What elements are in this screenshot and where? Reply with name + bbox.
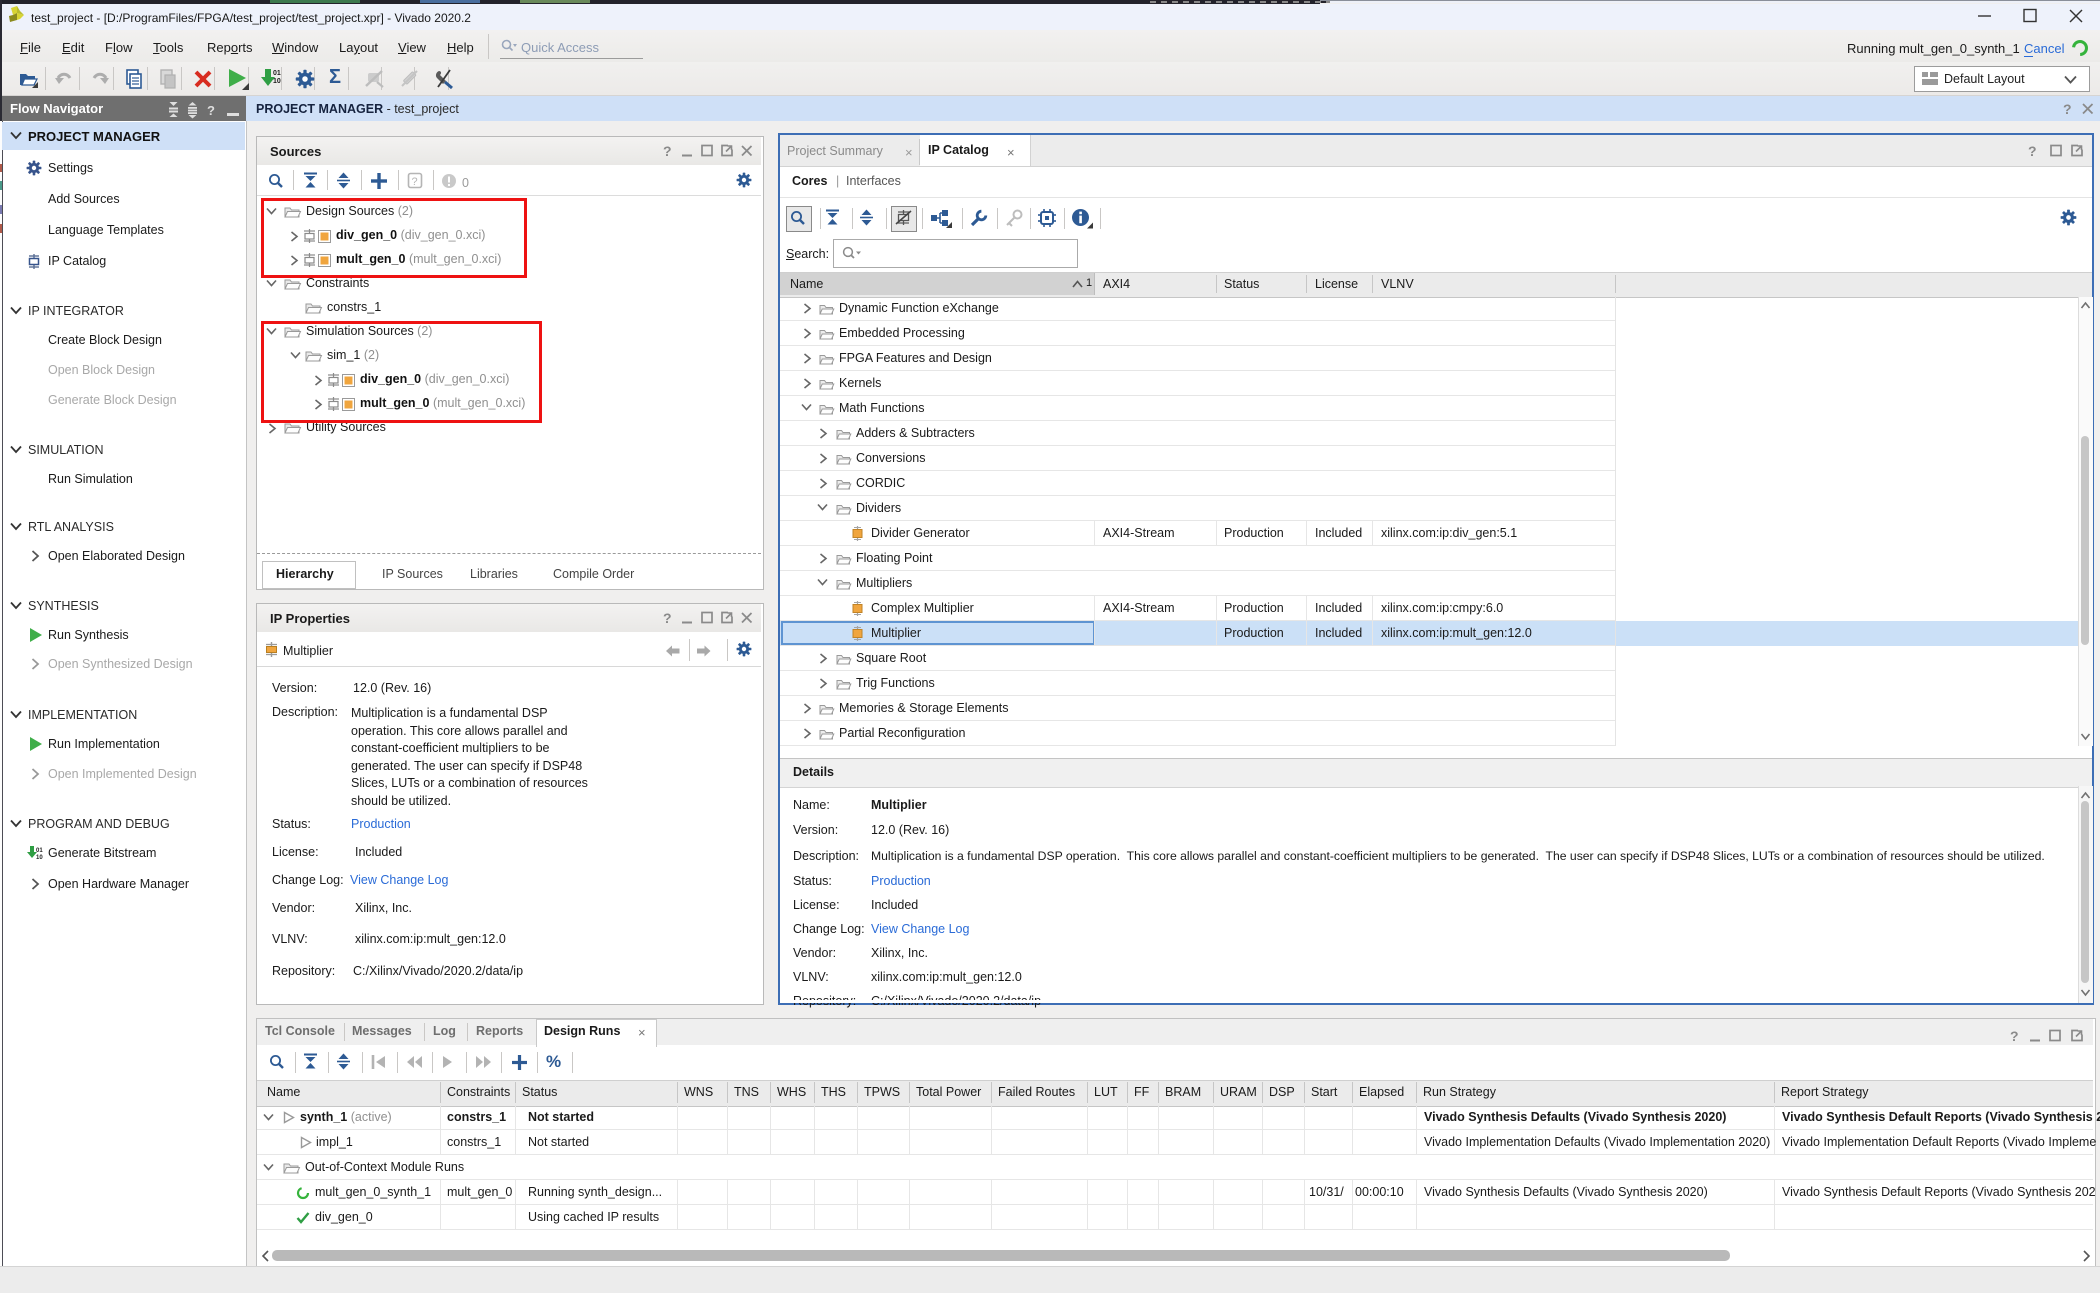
svg-text:?: ?: [663, 610, 672, 626]
svg-text:01: 01: [36, 848, 43, 854]
svg-text:01: 01: [273, 70, 281, 77]
svg-text:?: ?: [2028, 143, 2037, 159]
svg-text:?: ?: [2063, 101, 2072, 117]
svg-text:?: ?: [2010, 1028, 2019, 1044]
svg-text:10: 10: [36, 855, 43, 861]
svg-text:?: ?: [412, 176, 418, 188]
svg-text:?: ?: [207, 103, 215, 118]
svg-text:?: ?: [663, 143, 672, 159]
svg-text:10: 10: [273, 78, 281, 85]
